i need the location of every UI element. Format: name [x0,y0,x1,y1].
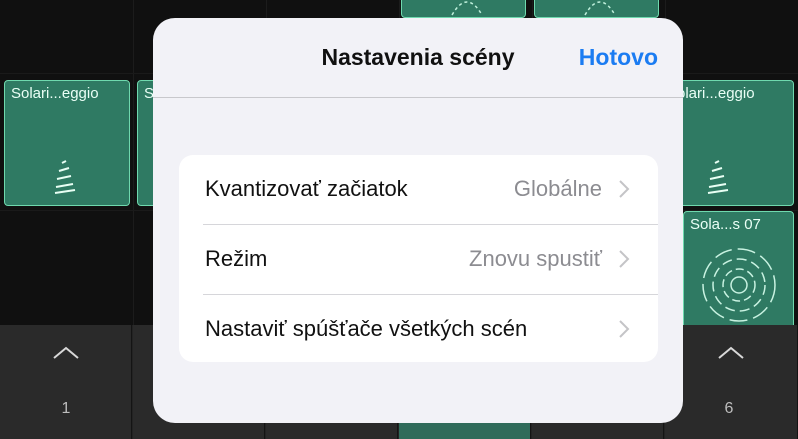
settings-list: Kvantizovať začiatok Globálne Režim Znov… [179,155,658,362]
setting-label: Režim [205,246,268,271]
clip-label: Solari...eggio [11,85,99,102]
setting-row-mode[interactable]: Režim Znovu spustiť [179,225,658,294]
waveform-icon [54,160,76,194]
grid-column-divider [133,0,134,325]
done-button[interactable]: Hotovo [579,44,658,71]
circular-pattern-icon [702,248,776,322]
clip-cell[interactable]: Solari...eggio [4,80,130,206]
clip-cell[interactable] [401,0,526,18]
scene-trigger-6[interactable]: 6 [665,325,798,439]
scene-settings-popover: Nastavenia scény Hotovo Kvantizovať zači… [153,18,683,423]
clip-cell[interactable] [534,0,659,18]
clip-label: Sola...s 07 [690,216,761,233]
scene-number: 1 [61,400,71,417]
clip-label: olari...eggio [677,85,755,102]
popover-header: Nastavenia scény Hotovo [153,18,683,98]
chevron-right-icon [619,180,630,198]
scene-trigger-1[interactable]: 1 [0,325,132,439]
chevron-right-icon [619,320,630,338]
waveform-icon [707,160,729,194]
setting-row-set-all-scene-triggers[interactable]: Nastaviť spúšťače všetkých scén [179,295,658,362]
setting-label: Kvantizovať začiatok [205,176,408,201]
scene-number: 6 [724,400,734,417]
circular-pattern-icon [451,1,483,16]
chevron-up-icon [718,346,744,359]
setting-value: Znovu spustiť [469,246,602,271]
setting-value: Globálne [513,176,602,201]
setting-row-quantize-start[interactable]: Kvantizovať začiatok Globálne [179,155,658,224]
clip-cell[interactable]: olari...eggio [666,80,794,206]
chevron-up-icon [53,346,79,359]
setting-label: Nastaviť spúšťače všetkých scén [205,316,528,341]
circular-pattern-icon [584,1,616,16]
clip-cell[interactable]: Sola...s 07 [683,211,794,336]
chevron-right-icon [619,250,630,268]
